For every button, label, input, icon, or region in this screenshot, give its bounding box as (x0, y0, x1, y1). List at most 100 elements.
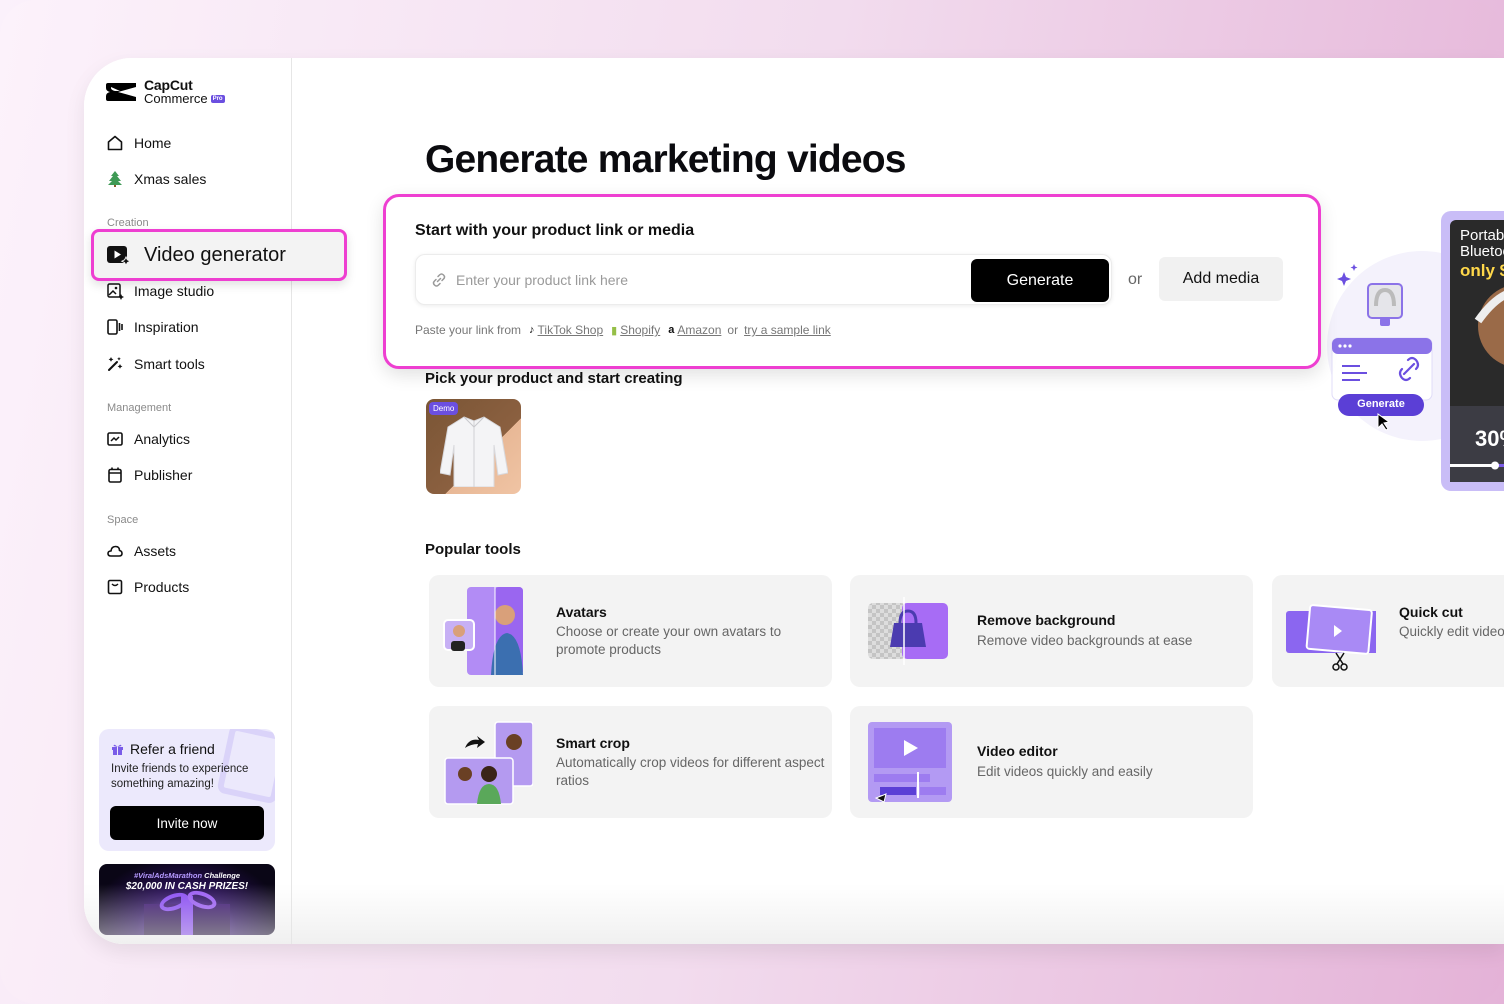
product-link-field: Generate (415, 254, 1112, 305)
sidebar-item-label: Smart tools (134, 356, 205, 372)
sidebar-item-video-generator[interactable]: Video generator (91, 229, 347, 281)
calendar-icon (108, 467, 122, 483)
sidebar-item-xmas-sales[interactable]: Xmas sales (106, 167, 206, 191)
sidebar-item-analytics[interactable]: Analytics (106, 427, 190, 451)
gift-icon (112, 744, 123, 755)
christmas-tree-icon (108, 171, 122, 187)
start-panel-title: Start with your product link or media (415, 222, 695, 239)
product-card[interactable]: Demo (426, 399, 521, 494)
cloud-icon (107, 545, 123, 557)
tool-description: Edit videos quickly and easily (977, 764, 1153, 779)
section-label-creation: Creation (107, 217, 149, 229)
ad-title-line2: Bluetooth Sp (1460, 243, 1504, 260)
hero-illustration: Portable Bluetooth Sp only $11.9 30% O G… (1327, 206, 1504, 496)
page-title: Generate marketing videos (425, 138, 907, 181)
tool-name: Remove background (977, 612, 1116, 628)
paste-prefix: Paste your link from (415, 323, 522, 337)
home-icon (107, 135, 123, 151)
inspiration-icon (107, 319, 123, 335)
tool-card-video-editor[interactable]: Video editor Edit videos quickly and eas… (850, 706, 1253, 818)
tool-name: Smart crop (556, 735, 630, 751)
popular-tools-title: Popular tools (425, 541, 521, 558)
capcut-logo-icon (106, 82, 136, 101)
tool-card-quick-cut[interactable]: Quick cut Quickly edit videos by editing… (1272, 575, 1504, 687)
sample-link[interactable]: try a sample link (744, 323, 831, 337)
sidebar-item-label: Home (134, 135, 172, 151)
section-label-management: Management (107, 402, 172, 414)
brand-name: CapCut (144, 77, 193, 93)
shopify-icon: ▮ (611, 324, 618, 337)
product-link-input[interactable] (456, 263, 956, 297)
ad-discount: 30% O (1475, 426, 1504, 451)
tool-description: Automatically crop videos for different … (556, 755, 825, 788)
app-window: CapCut Commerce Pro Home Xmas sales Creat… (84, 58, 1504, 944)
remove-background-thumbnail (868, 597, 948, 665)
tool-card-remove-background[interactable]: Remove background Remove video backgroun… (850, 575, 1253, 687)
shopify-link[interactable]: Shopify (620, 323, 660, 337)
smart-crop-thumbnail (444, 721, 533, 805)
start-panel: Start with your product link or media Ge… (383, 194, 1321, 369)
sidebar-item-label: Image studio (134, 283, 215, 299)
refer-description: Invite friends to experience something a… (111, 763, 249, 790)
tiktok-icon: ♪ (529, 324, 535, 336)
promo-banner[interactable]: #ViralAdsMarathon Challenge $20,000 IN C… (99, 864, 275, 935)
analytics-icon (107, 432, 123, 446)
sidebar-item-inspiration[interactable]: Inspiration (106, 315, 199, 339)
or-label: or (1128, 271, 1143, 288)
tool-card-smart-crop[interactable]: Smart crop Automatically crop videos for… (429, 706, 832, 818)
tool-name: Quick cut (1399, 604, 1463, 620)
amazon-link[interactable]: Amazon (677, 323, 721, 337)
tool-name: Video editor (977, 743, 1058, 759)
refer-title: Refer a friend (130, 741, 215, 757)
image-sparkle-icon (107, 283, 124, 300)
amazon-icon: a (668, 324, 675, 336)
paste-or-label: or (727, 323, 739, 337)
demo-badge: Demo (429, 402, 459, 415)
sidebar-item-products[interactable]: Products (106, 575, 189, 599)
tiktok-shop-link[interactable]: TikTok Shop (538, 323, 604, 337)
sidebar-item-smart-tools[interactable]: Smart tools (106, 352, 205, 376)
video-sparkle-icon (107, 246, 132, 267)
video-editor-thumbnail (868, 722, 952, 803)
sidebar-item-label: Publisher (134, 467, 193, 483)
sidebar-item-label: Xmas sales (134, 171, 207, 187)
brand-logo[interactable]: CapCut Commerce Pro (106, 78, 225, 105)
promo-hashtag: #ViralAdsMarathon (133, 871, 203, 880)
sidebar-item-label: Assets (134, 543, 177, 559)
main-content: Generate marketing videos Start with you… (292, 58, 1504, 944)
sidebar: CapCut Commerce Pro Home Xmas sales Creat… (84, 58, 292, 944)
generate-button[interactable]: Generate (971, 259, 1109, 302)
tool-card-avatars[interactable]: Avatars Choose or create your own avatar… (429, 575, 832, 687)
pick-product-title: Pick your product and start creating (425, 370, 683, 387)
refer-card: Refer a friend Invite friends to experie… (99, 729, 275, 851)
pro-badge: Pro (210, 94, 225, 103)
sidebar-item-label: Products (134, 579, 190, 595)
product-box-icon (107, 579, 123, 595)
ad-price: only $11.9 (1460, 261, 1504, 280)
section-label-space: Space (107, 514, 139, 526)
tool-description: Choose or create your own avatars to pro… (556, 624, 782, 657)
sidebar-item-assets[interactable]: Assets (106, 539, 176, 563)
shirt-image (440, 416, 508, 487)
sidebar-item-publisher[interactable]: Publisher (106, 463, 192, 487)
add-media-button[interactable]: Add media (1159, 257, 1283, 301)
sidebar-item-label: Analytics (134, 431, 191, 447)
tool-description: Quickly edit videos by editing text (1399, 624, 1504, 639)
paste-sources-row: Paste your link from ♪ TikTok Shop ▮ Sho… (415, 323, 831, 337)
quick-cut-thumbnail (1286, 604, 1376, 671)
sidebar-item-image-studio[interactable]: Image studio (106, 279, 214, 303)
brand-subname: Commerce (144, 91, 208, 106)
link-icon (432, 273, 446, 287)
invite-now-button[interactable]: Invite now (110, 806, 264, 840)
avatars-thumbnail (443, 587, 523, 675)
hero-generate-chip: Generate (1357, 398, 1405, 410)
promo-prize: $20,000 IN CASH PRIZES! (125, 881, 249, 892)
ad-title-line1: Portable (1460, 227, 1504, 244)
sidebar-item-label: Inspiration (134, 319, 199, 335)
sidebar-item-home[interactable]: Home (106, 131, 171, 155)
magic-wand-icon (108, 357, 123, 371)
tool-name: Avatars (556, 604, 607, 620)
screenshot-frame: CapCut Commerce Pro Home Xmas sales Creat… (0, 0, 1504, 1004)
tool-description: Remove video backgrounds at ease (977, 633, 1193, 648)
promo-challenge: Challenge (202, 871, 240, 880)
